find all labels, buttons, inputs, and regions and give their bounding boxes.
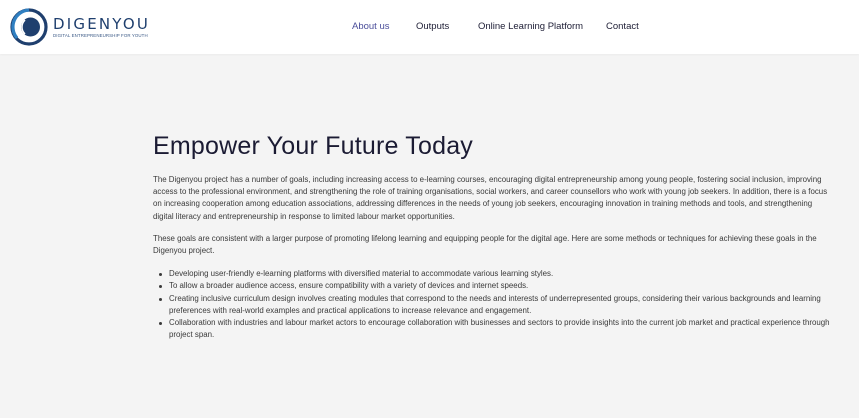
bullet-dot-icon (159, 322, 162, 326)
list-item: To allow a broader audience access, ensu… (153, 280, 833, 292)
list-item: Collaboration with industries and labour… (153, 317, 833, 341)
site-header: DIGENYOU DIGITAL ENTREPRENEURSHIP FOR YO… (0, 0, 859, 54)
goals-paragraph: These goals are consistent with a larger… (153, 233, 817, 256)
list-item-text: Creating inclusive curriculum design inv… (169, 293, 821, 315)
list-item-text: To allow a broader audience access, ensu… (169, 281, 529, 291)
nav-item-online-learning-platform[interactable]: Online Learning Platform (478, 20, 583, 33)
list-item: Creating inclusive curriculum design inv… (153, 293, 833, 317)
nav-item-about-us[interactable]: About us (352, 20, 390, 33)
list-item: Developing user-friendly e-learning plat… (153, 268, 833, 280)
main-nav: About us Outputs Online Learning Platfor… (0, 20, 859, 34)
methods-list: Developing user-friendly e-learning plat… (153, 268, 833, 341)
intro-paragraph: The Digenyou project has a number of goa… (153, 175, 828, 221)
bullet-dot-icon (159, 273, 162, 277)
list-item-text: Developing user-friendly e-learning plat… (169, 269, 554, 279)
nav-item-contact[interactable]: Contact (606, 20, 639, 33)
bullet-dot-icon (159, 285, 162, 289)
page-title: Empower Your Future Today (153, 132, 474, 160)
main-content: Empower Your Future Today The Digenyou p… (153, 130, 833, 341)
nav-item-outputs[interactable]: Outputs (416, 20, 449, 33)
list-item-text: Collaboration with industries and labour… (169, 318, 830, 340)
bullet-dot-icon (159, 297, 162, 301)
